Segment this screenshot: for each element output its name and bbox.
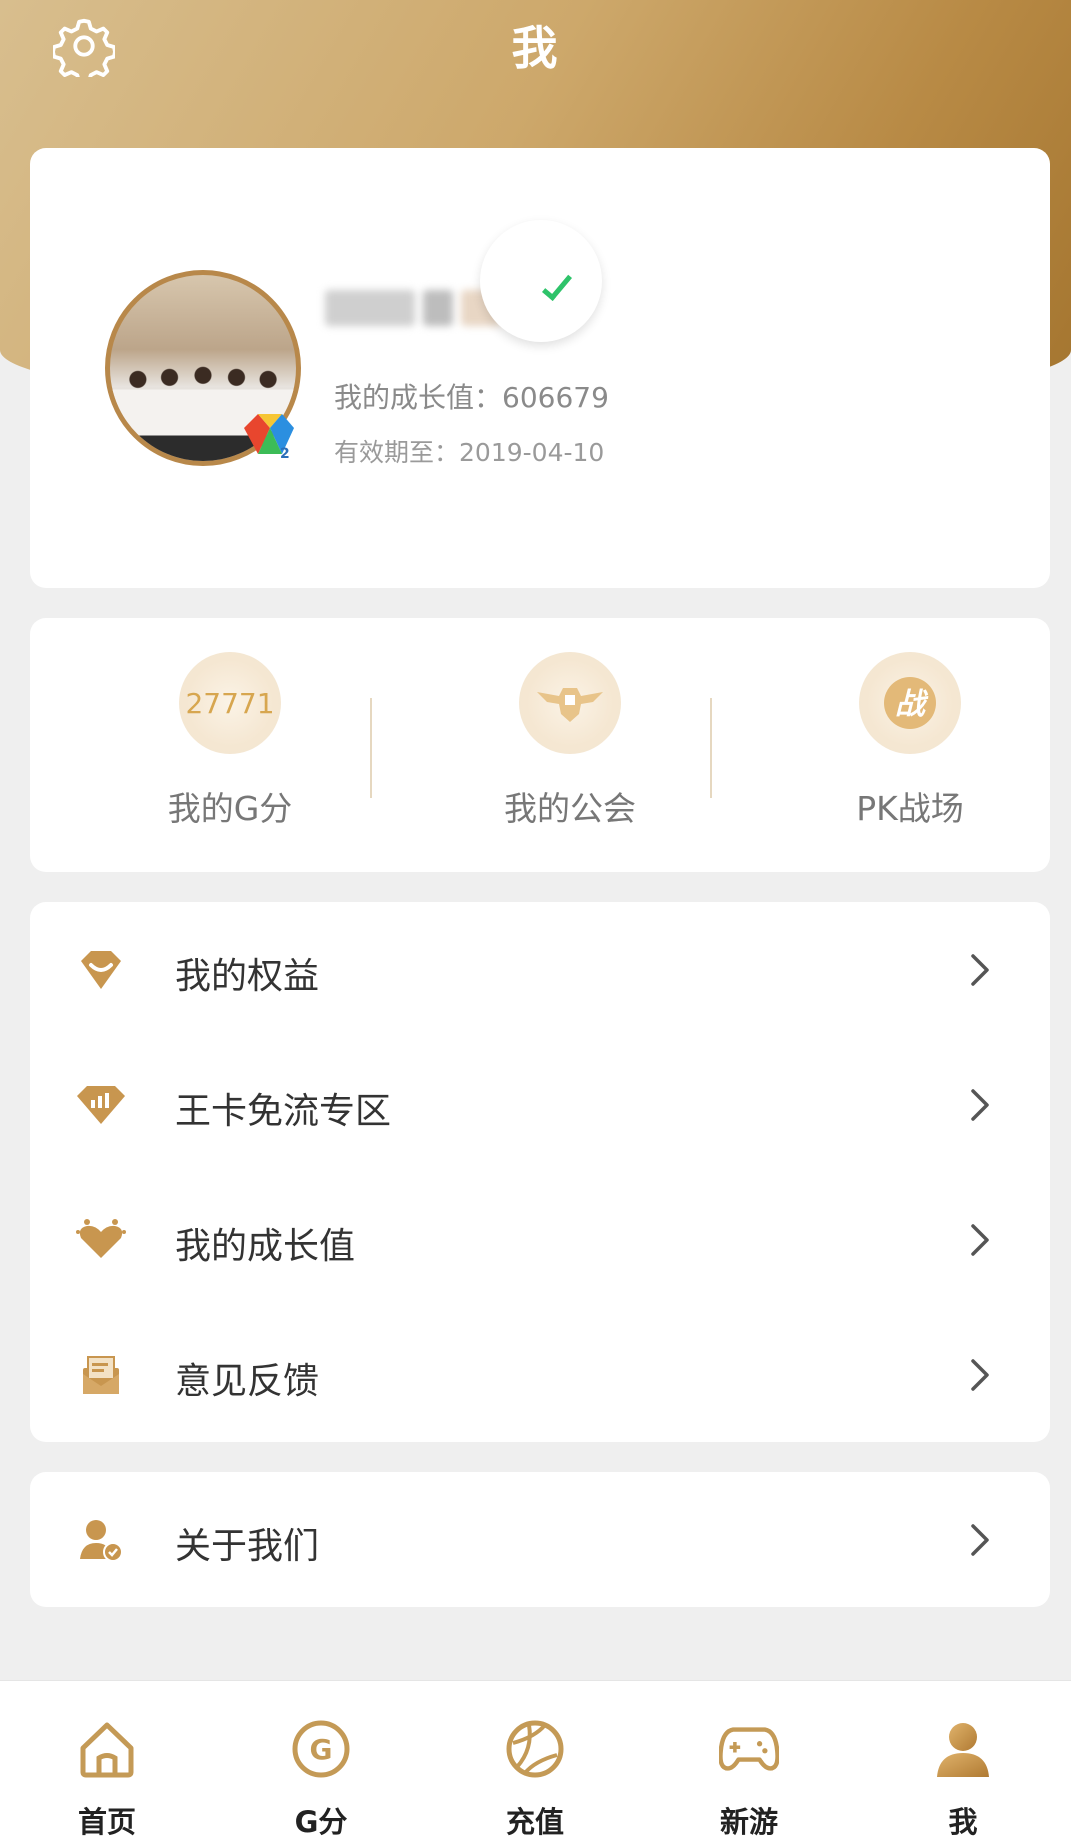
nav-label: 新游 xyxy=(719,1805,778,1839)
guild-wings-icon xyxy=(519,652,621,754)
g-score-icon: G xyxy=(291,1719,351,1779)
about-user-icon xyxy=(75,1514,127,1566)
top-bar: 我 xyxy=(0,0,1071,100)
stat-g-score[interactable]: 27771 我的G分 xyxy=(60,652,400,842)
chevron-right-icon xyxy=(960,1355,1000,1395)
nav-item-g-score[interactable]: G G分 xyxy=(214,1681,428,1842)
nav-label: 首页 xyxy=(77,1805,136,1839)
vip-status-bubble[interactable] xyxy=(480,220,602,342)
bottom-nav: 首页 G G分 充值 新游 我 xyxy=(0,1680,1071,1842)
nav-label: 充值 xyxy=(505,1805,564,1839)
chevron-right-icon xyxy=(960,950,1000,990)
menu-label: 我的权益 xyxy=(175,956,320,997)
pk-battle-icon: 战 xyxy=(859,652,961,754)
stat-label: 我的G分 xyxy=(167,789,293,828)
expire-date-line: 有效期至：2019-04-10 xyxy=(334,433,604,469)
nav-item-me[interactable]: 我 xyxy=(856,1681,1070,1842)
nav-item-recharge[interactable]: 充值 xyxy=(428,1681,642,1842)
check-icon xyxy=(541,269,573,301)
svg-text:2: 2 xyxy=(280,446,290,460)
menu-item-benefits[interactable]: 我的权益 xyxy=(30,902,1050,1037)
profile-card: 2 我的成长值：606679 有效期至：2019-04-10 xyxy=(30,148,1050,588)
stats-card: 27771 我的G分 我的公会 战 PK战场 xyxy=(30,618,1050,872)
menu-item-growth[interactable]: 我的成长值 xyxy=(30,1172,1050,1307)
nav-item-new-games[interactable]: 新游 xyxy=(642,1681,856,1842)
page-title: 我 xyxy=(511,21,560,75)
expire-value: 2019-04-10 xyxy=(459,438,605,467)
data-free-zone-icon xyxy=(75,1079,127,1131)
gamepad-icon xyxy=(719,1719,779,1779)
chevron-right-icon xyxy=(960,1085,1000,1125)
recharge-icon xyxy=(505,1719,565,1779)
vip-level-badge-icon: 2 xyxy=(244,414,294,460)
menu-item-about[interactable]: 关于我们 xyxy=(30,1472,1050,1607)
menu-label: 意见反馈 xyxy=(175,1361,320,1402)
g-score-value: 27771 xyxy=(185,686,275,720)
nav-label: G分 xyxy=(294,1805,348,1839)
nav-item-home[interactable]: 首页 xyxy=(0,1681,214,1842)
chevron-right-icon xyxy=(960,1520,1000,1560)
divider xyxy=(710,698,712,798)
stat-label: PK战场 xyxy=(856,789,964,828)
svg-text:战: 战 xyxy=(895,687,929,722)
menu-card: 我的权益 王卡免流专区 我的成长值 意见反馈 xyxy=(30,902,1050,1442)
about-card: 关于我们 xyxy=(30,1472,1050,1607)
expire-label: 有效期至： xyxy=(334,438,460,467)
growth-value: 606679 xyxy=(502,381,609,414)
growth-heart-icon xyxy=(75,1214,127,1266)
menu-item-data-free-zone[interactable]: 王卡免流专区 xyxy=(30,1037,1050,1172)
stat-guild[interactable]: 我的公会 xyxy=(400,652,740,842)
nav-label: 我 xyxy=(948,1805,978,1839)
chevron-right-icon xyxy=(960,1220,1000,1260)
home-icon xyxy=(77,1719,137,1779)
menu-label: 关于我们 xyxy=(175,1526,320,1567)
benefits-gem-icon xyxy=(75,944,127,996)
g-score-diamond-icon: 27771 xyxy=(179,652,281,754)
growth-label: 我的成长值： xyxy=(334,381,503,414)
user-icon xyxy=(933,1719,993,1779)
menu-item-feedback[interactable]: 意见反馈 xyxy=(30,1307,1050,1442)
growth-value-line: 我的成长值：606679 xyxy=(334,376,609,416)
svg-text:G: G xyxy=(310,1733,333,1766)
feedback-envelope-icon xyxy=(75,1349,127,1401)
menu-label: 王卡免流专区 xyxy=(175,1091,392,1132)
menu-label: 我的成长值 xyxy=(175,1226,356,1267)
stat-label: 我的公会 xyxy=(504,789,636,828)
stat-pk[interactable]: 战 PK战场 xyxy=(740,652,1071,842)
divider xyxy=(370,698,372,798)
